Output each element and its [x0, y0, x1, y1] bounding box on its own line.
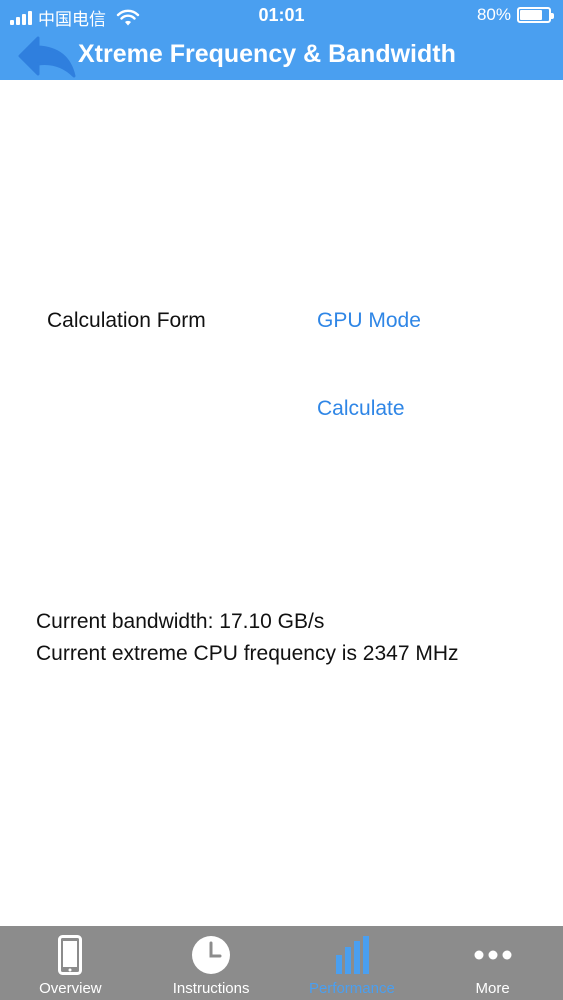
- tab-instructions-label: Instructions: [172, 980, 250, 997]
- bandwidth-result: Current bandwidth: 17.10 GB/s: [36, 610, 325, 633]
- app-screen: 中国电信 01:01 80% Xtreme Frequency & Bandwi…: [0, 0, 563, 1000]
- tab-overview[interactable]: Overview: [0, 926, 141, 1000]
- status-bar: 中国电信 01:01 80%: [0, 0, 563, 32]
- header: 中国电信 01:01 80% Xtreme Frequency & Bandwi…: [0, 0, 563, 80]
- tab-performance[interactable]: Performance: [282, 926, 423, 1000]
- tab-instructions[interactable]: Instructions: [141, 926, 282, 1000]
- tab-bar: Overview Instructions Performance More: [0, 926, 563, 1000]
- calculation-form-label: Calculation Form: [47, 309, 206, 332]
- battery-cap: [551, 13, 554, 19]
- calculate-button[interactable]: Calculate: [317, 397, 405, 421]
- more-dots-icon: [474, 950, 512, 960]
- battery-fill: [520, 10, 542, 20]
- tab-more-label: More: [475, 980, 510, 997]
- back-arrow-icon: [18, 36, 76, 78]
- nav-bar: Xtreme Frequency & Bandwidth: [0, 32, 563, 80]
- status-right: 80%: [476, 5, 554, 25]
- tab-performance-label: Performance: [308, 980, 395, 997]
- tab-more[interactable]: More: [422, 926, 563, 1000]
- bar-chart-icon: [335, 936, 369, 974]
- battery-icon: [517, 7, 554, 23]
- page-title: Xtreme Frequency & Bandwidth: [78, 40, 456, 68]
- back-button[interactable]: [14, 32, 84, 80]
- tab-overview-label: Overview: [39, 980, 102, 997]
- battery-percent: 80%: [476, 5, 511, 24]
- cpu-frequency-result: Current extreme CPU frequency is 2347 MH…: [36, 642, 459, 665]
- gpu-mode-button[interactable]: GPU Mode: [317, 309, 421, 333]
- phone-icon: [58, 935, 83, 975]
- clock-icon: [192, 936, 231, 974]
